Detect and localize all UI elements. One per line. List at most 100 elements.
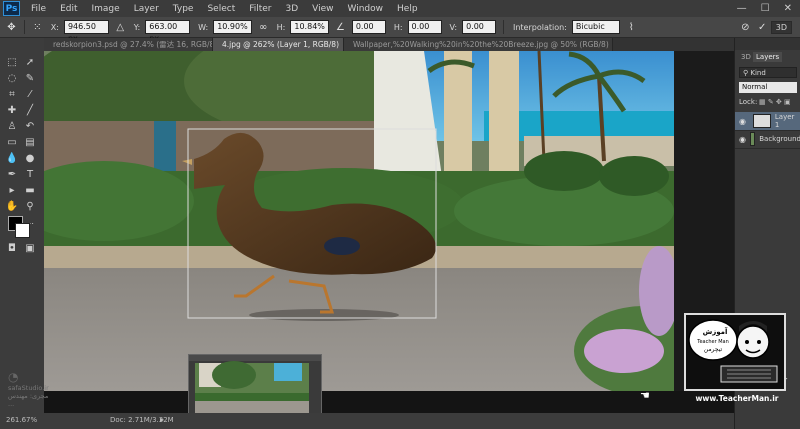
- x-label: X:: [50, 22, 59, 32]
- menu-file[interactable]: File: [24, 4, 53, 14]
- pasteboard-bottom: [44, 391, 734, 413]
- canvas-image: [44, 51, 674, 391]
- eyedropper-icon[interactable]: ⁄: [23, 87, 37, 101]
- width-input[interactable]: 10.90%: [213, 20, 252, 34]
- lock-icons[interactable]: ▦ ✎ ✥ ▣: [759, 98, 791, 106]
- angle-input[interactable]: 0.00: [351, 20, 386, 34]
- corner-brand: ◔ safaStudio.ir مجری: مهندس ...: [8, 370, 56, 410]
- tab-label: Wallpaper,%20Walking%20in%20the%20Breeze…: [353, 40, 609, 49]
- document-canvas[interactable]: [44, 51, 674, 391]
- status-menu-icon[interactable]: ▸: [160, 415, 164, 424]
- menu-window[interactable]: Window: [341, 4, 391, 14]
- crop-tool-icon[interactable]: ⌗: [5, 87, 19, 101]
- badge-top-text: آموزش: [702, 328, 728, 336]
- eye-icon[interactable]: ◉: [739, 135, 746, 144]
- panel-header: [735, 38, 800, 50]
- layer-thumbnail: [752, 114, 771, 128]
- history-brush-icon[interactable]: ↶: [23, 119, 37, 133]
- layer-name: Layer 1: [774, 113, 795, 129]
- window-controls: — ☐ ✕: [737, 3, 800, 14]
- dodge-tool-icon[interactable]: ●: [23, 151, 37, 165]
- brand-logo-icon: ◔: [8, 370, 19, 384]
- badge-mid-text: Teacher Man: [697, 339, 729, 345]
- rotate-icon: ∠: [335, 21, 345, 33]
- hand-tool-icon[interactable]: ✋: [5, 199, 19, 213]
- h-skew-input[interactable]: 0.00: [407, 20, 442, 34]
- menu-type[interactable]: Type: [166, 4, 201, 14]
- shape-tool-icon[interactable]: ▬: [23, 183, 37, 197]
- v-skew-label: V:: [449, 22, 458, 32]
- tab-label: 4.jpg @ 262% (Layer 1, RGB/8): [222, 40, 340, 49]
- badge-bottom-text: تیچرمن: [703, 346, 723, 353]
- menu-image[interactable]: Image: [85, 4, 127, 14]
- x-input[interactable]: 946.50 px: [63, 20, 109, 43]
- quick-mask-icon[interactable]: ◘: [5, 241, 19, 255]
- menu-filter[interactable]: Filter: [242, 4, 278, 14]
- menu-select[interactable]: Select: [200, 4, 242, 14]
- separator: [503, 20, 504, 34]
- eraser-icon[interactable]: ▭: [5, 135, 19, 149]
- menu-view[interactable]: View: [305, 4, 340, 14]
- eye-icon[interactable]: ◉: [739, 117, 749, 126]
- quick-select-icon[interactable]: ✎: [23, 71, 37, 85]
- interpolation-label: Interpolation:: [512, 22, 567, 32]
- w-label: W:: [198, 22, 209, 32]
- tab-3d[interactable]: 3D: [738, 52, 754, 62]
- lock-label: Lock:: [739, 98, 758, 106]
- layer-row[interactable]: ◉ Layer 1: [735, 112, 800, 131]
- menu-bar: Ps File Edit Image Layer Type Select Fil…: [0, 0, 800, 17]
- cancel-transform-icon[interactable]: ⊘: [740, 21, 751, 33]
- height-input[interactable]: 10.84%: [290, 20, 329, 34]
- tab-document-1[interactable]: redskorpion3.psd @ 27.4% (雷达 16, RGB/8#): [44, 38, 213, 51]
- document-size: Doc: 2.71M/3.32M: [110, 416, 174, 424]
- interpolation-select[interactable]: Bicubic: [571, 20, 620, 34]
- path-select-icon[interactable]: ▸: [5, 183, 19, 197]
- gradient-tool-icon[interactable]: ▤: [23, 135, 37, 149]
- background-color-swatch[interactable]: [15, 223, 30, 238]
- type-tool-icon[interactable]: T: [23, 167, 37, 181]
- triangle-icon[interactable]: △: [115, 21, 126, 33]
- menu-edit[interactable]: Edit: [53, 4, 84, 14]
- screen-mode-icon[interactable]: ▣: [23, 241, 37, 255]
- menu-3d[interactable]: 3D: [279, 4, 306, 14]
- healing-brush-icon[interactable]: ✚: [5, 103, 19, 117]
- h-skew-label: H:: [393, 22, 403, 32]
- menu-layer[interactable]: Layer: [127, 4, 166, 14]
- pen-tool-icon[interactable]: ✒: [5, 167, 19, 181]
- y-label: Y:: [133, 22, 141, 32]
- marquee-tool-icon[interactable]: ⬚: [5, 55, 19, 69]
- menu-help[interactable]: Help: [390, 4, 425, 14]
- layer-name: Background: [759, 135, 800, 143]
- commit-transform-icon[interactable]: ✓: [757, 21, 768, 33]
- brush-tool-icon[interactable]: ╱: [23, 103, 37, 117]
- teacherman-url: www.TeacherMan.ir: [695, 394, 779, 403]
- v-skew-input[interactable]: 0.00: [462, 20, 497, 34]
- layer-thumbnail: [749, 132, 756, 146]
- kind-label: Kind: [750, 69, 766, 77]
- lasso-tool-icon[interactable]: ◌: [5, 71, 19, 85]
- layer-filter[interactable]: ⚲ Kind: [739, 67, 797, 78]
- zoom-tool-icon[interactable]: ⚲: [23, 199, 37, 213]
- photoshop-logo: Ps: [3, 1, 20, 16]
- zoom-level[interactable]: 261.67%: [6, 416, 37, 424]
- tab-layers[interactable]: Layers: [753, 52, 783, 62]
- teacherman-watermark: آموزش Teacher Man تیچرمن www.TeacherMan.…: [683, 312, 787, 410]
- minimize-icon[interactable]: —: [737, 3, 747, 14]
- close-icon[interactable]: ✕: [784, 3, 792, 14]
- h-label: H:: [276, 22, 286, 32]
- blend-mode-select[interactable]: Normal: [739, 82, 797, 93]
- link-icon[interactable]: ∞: [258, 21, 269, 33]
- warp-icon[interactable]: ⌇: [626, 21, 637, 33]
- maximize-icon[interactable]: ☐: [761, 3, 770, 14]
- move-tool-icon: ✥: [7, 21, 16, 33]
- reference-point-icon[interactable]: ⁙: [32, 21, 43, 33]
- tab-document-3[interactable]: Wallpaper,%20Walking%20in%20the%20Breeze…: [344, 38, 613, 51]
- move-tool-icon[interactable]: ➚: [23, 55, 37, 69]
- document-tab-bar: redskorpion3.psd @ 27.4% (雷达 16, RGB/8#)…: [44, 38, 734, 51]
- clone-stamp-icon[interactable]: ♙: [5, 119, 19, 133]
- y-input[interactable]: 663.00 px: [145, 20, 191, 43]
- workspace-select[interactable]: 3D: [770, 20, 792, 34]
- blur-tool-icon[interactable]: 💧: [5, 151, 19, 165]
- tab-document-2[interactable]: 4.jpg @ 262% (Layer 1, RGB/8)×: [213, 38, 344, 51]
- layer-row[interactable]: ◉ Background: [735, 130, 800, 149]
